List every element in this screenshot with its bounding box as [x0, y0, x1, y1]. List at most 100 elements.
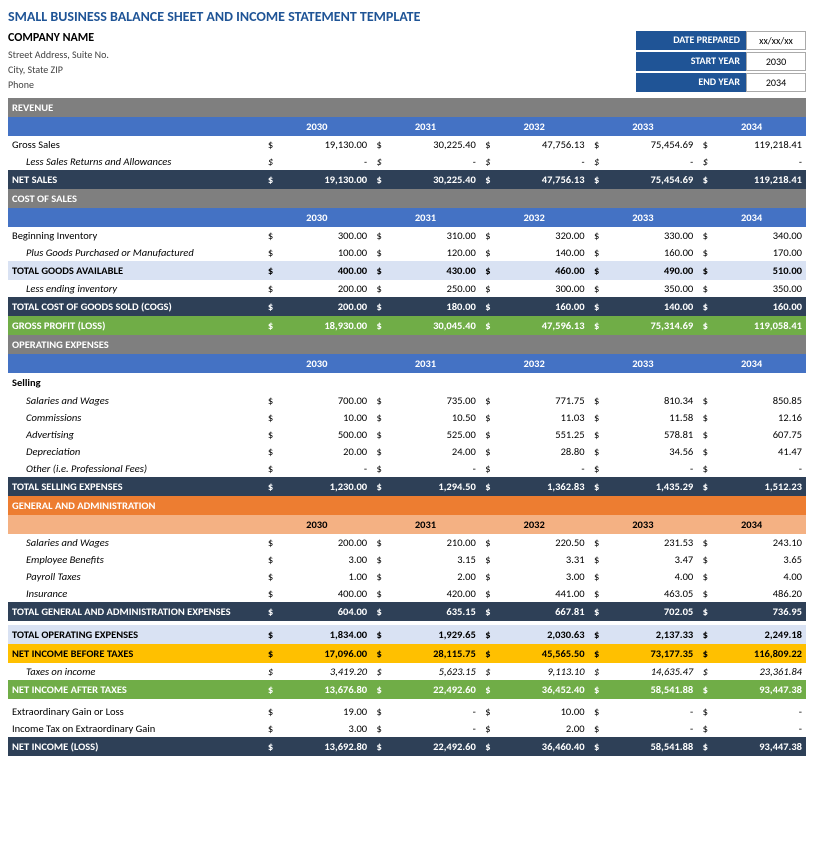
revenue-year-header: 2030 2031 2032 2033 2034: [8, 117, 806, 136]
total-selling-row: TOTAL SELLING EXPENSES $1,230.00 $1,294.…: [8, 477, 806, 496]
less-sales-2034: -: [713, 153, 806, 170]
extraordinary-gain-label: Extraordinary Gain or Loss: [8, 703, 262, 720]
less-sales-2032: -: [496, 153, 589, 170]
net-income-after-label: NET INCOME AFTER TAXES: [8, 680, 262, 699]
income-tax-extra-row: Income Tax on Extraordinary Gain $3.00 $…: [8, 720, 806, 737]
advertising-label: Advertising: [8, 426, 262, 443]
company-name: COMPANY NAME: [8, 31, 636, 45]
net-income-before-label: NET INCOME BEFORE TAXES: [8, 644, 262, 663]
total-cogs-row: TOTAL COST OF GOODS SOLD (COGS) $200.00 …: [8, 297, 806, 316]
revenue-label: REVENUE: [8, 98, 262, 117]
less-ending-label: Less ending inventory: [8, 280, 262, 297]
depreciation-label: Depreciation: [8, 443, 262, 460]
net-sales-2034: 119,218.41: [713, 170, 806, 189]
date-block: DATE PREPARED xx/xx/xx START YEAR 2030 E…: [636, 31, 806, 92]
page-title: SMALL BUSINESS BALANCE SHEET AND INCOME …: [8, 8, 806, 25]
gross-sales-row: Gross Sales $19,130.00 $30,225.40 $47,75…: [8, 136, 806, 153]
ga-year-header: 2030 2031 2032 2033 2034: [8, 515, 806, 534]
taxes-on-income-row: Taxes on income $3,419.20 $5,623.15 $9,1…: [8, 663, 806, 680]
less-sales-2031: -: [387, 153, 480, 170]
net-income-loss-row: NET INCOME (LOSS) $13,692.80 $22,492.60 …: [8, 737, 806, 756]
date-prepared-row: DATE PREPARED xx/xx/xx: [636, 31, 806, 50]
other-row: Other (i.e. Professional Fees) $- $- $- …: [8, 460, 806, 477]
gross-profit-label: GROSS PROFIT (LOSS): [8, 316, 262, 335]
total-operating-label: TOTAL OPERATING EXPENSES: [8, 625, 262, 644]
rev-year-2032: 2032: [480, 117, 589, 136]
date-prepared-label: DATE PREPARED: [636, 31, 746, 50]
net-sales-2030: 19,130.00: [279, 170, 372, 189]
company-block: COMPANY NAME Street Address, Suite No. C…: [8, 31, 636, 92]
oe-label: OPERATING EXPENSES: [8, 335, 262, 354]
total-cogs-label: TOTAL COST OF GOODS SOLD (COGS): [8, 297, 262, 316]
less-sales-label: Less Sales Returns and Allowances: [8, 153, 262, 170]
oe-section-header: OPERATING EXPENSES: [8, 335, 806, 354]
header-area: COMPANY NAME Street Address, Suite No. C…: [8, 31, 806, 92]
gross-sales-2033: 75,454.69: [605, 136, 698, 153]
less-sales-2030: -: [279, 153, 372, 170]
total-ga-row: TOTAL GENERAL AND ADMINISTRATION EXPENSE…: [8, 602, 806, 621]
net-sales-row: NET SALES $19,130.00 $30,225.40 $47,756.…: [8, 170, 806, 189]
gross-sales-2030: 19,130.00: [279, 136, 372, 153]
total-ga-label: TOTAL GENERAL AND ADMINISTRATION EXPENSE…: [8, 602, 262, 621]
less-sales-2033: -: [605, 153, 698, 170]
total-goods-label: TOTAL GOODS AVAILABLE: [8, 261, 262, 280]
cos-section-header: COST OF SALES: [8, 189, 806, 208]
gross-sales-2032: 47,756.13: [496, 136, 589, 153]
ga-insurance-label: Insurance: [8, 585, 262, 602]
rev-year-2033: 2033: [589, 117, 698, 136]
net-sales-2033: 75,454.69: [605, 170, 698, 189]
cos-label: COST OF SALES: [8, 189, 262, 208]
ga-benefits-label: Employee Benefits: [8, 551, 262, 568]
ga-label: GENERAL AND ADMINISTRATION: [8, 496, 262, 515]
less-sales-row: Less Sales Returns and Allowances $- $- …: [8, 153, 806, 170]
extraordinary-gain-row: Extraordinary Gain or Loss $19.00 $- $10…: [8, 703, 806, 720]
total-goods-row: TOTAL GOODS AVAILABLE $400.00 $430.00 $4…: [8, 261, 806, 280]
total-selling-label: TOTAL SELLING EXPENSES: [8, 477, 262, 496]
end-year-row: END YEAR 2034: [636, 73, 806, 92]
gross-sales-2031: 30,225.40: [387, 136, 480, 153]
selling-label: Selling: [8, 373, 262, 392]
company-phone: Phone: [8, 77, 636, 92]
revenue-section-header: REVENUE: [8, 98, 806, 117]
ga-payroll-row: Payroll Taxes $1.00 $2.00 $3.00 $4.00 $4…: [8, 568, 806, 585]
rev-year-2034: 2034: [697, 117, 806, 136]
advertising-row: Advertising $500.00 $525.00 $551.25 $578…: [8, 426, 806, 443]
gross-profit-row: GROSS PROFIT (LOSS) $18,930.00 $30,045.4…: [8, 316, 806, 335]
rev-year-2031: 2031: [371, 117, 480, 136]
end-year-label: END YEAR: [636, 73, 746, 92]
net-income-loss-label: NET INCOME (LOSS): [8, 737, 262, 756]
start-year-label: START YEAR: [636, 52, 746, 71]
income-tax-extra-label: Income Tax on Extraordinary Gain: [8, 720, 262, 737]
selling-label-row: Selling: [8, 373, 806, 392]
total-operating-row: TOTAL OPERATING EXPENSES $1,834.00 $1,92…: [8, 625, 806, 644]
net-sales-label: NET SALES: [8, 170, 262, 189]
ga-salaries-label: Salaries and Wages: [8, 534, 262, 551]
selling-salaries-label: Salaries and Wages: [8, 392, 262, 409]
company-address2: City, State ZIP: [8, 62, 636, 77]
commissions-label: Commissions: [8, 409, 262, 426]
ga-payroll-label: Payroll Taxes: [8, 568, 262, 585]
cos-year-header: 2030 2031 2032 2033 2034: [8, 208, 806, 227]
ga-insurance-row: Insurance $400.00 $420.00 $441.00 $463.0…: [8, 585, 806, 602]
main-table: REVENUE 2030 2031 2032 2033 2034 Gross S…: [8, 98, 806, 756]
depreciation-row: Depreciation $20.00 $24.00 $28.80 $34.56…: [8, 443, 806, 460]
beginning-inventory-label: Beginning Inventory: [8, 227, 262, 244]
beginning-inventory-row: Beginning Inventory $300.00 $310.00 $320…: [8, 227, 806, 244]
net-income-after-row: NET INCOME AFTER TAXES $13,676.80 $22,49…: [8, 680, 806, 699]
start-year-row: START YEAR 2030: [636, 52, 806, 71]
taxes-on-income-label: Taxes on income: [8, 663, 262, 680]
ga-salaries-row: Salaries and Wages $200.00 $210.00 $220.…: [8, 534, 806, 551]
end-year-value: 2034: [746, 73, 806, 92]
gross-sales-label: Gross Sales: [8, 136, 262, 153]
ga-section-header: GENERAL AND ADMINISTRATION: [8, 496, 806, 515]
date-prepared-value: xx/xx/xx: [746, 31, 806, 50]
oe-year-header: 2030 2031 2032 2033 2034: [8, 354, 806, 373]
gross-sales-2034: 119,218.41: [713, 136, 806, 153]
less-ending-row: Less ending inventory $200.00 $250.00 $3…: [8, 280, 806, 297]
other-label: Other (i.e. Professional Fees): [8, 460, 262, 477]
start-year-value: 2030: [746, 52, 806, 71]
net-sales-2032: 47,756.13: [496, 170, 589, 189]
company-address1: Street Address, Suite No.: [8, 47, 636, 62]
ga-benefits-row: Employee Benefits $3.00 $3.15 $3.31 $3.4…: [8, 551, 806, 568]
selling-salaries-row: Salaries and Wages $700.00 $735.00 $771.…: [8, 392, 806, 409]
